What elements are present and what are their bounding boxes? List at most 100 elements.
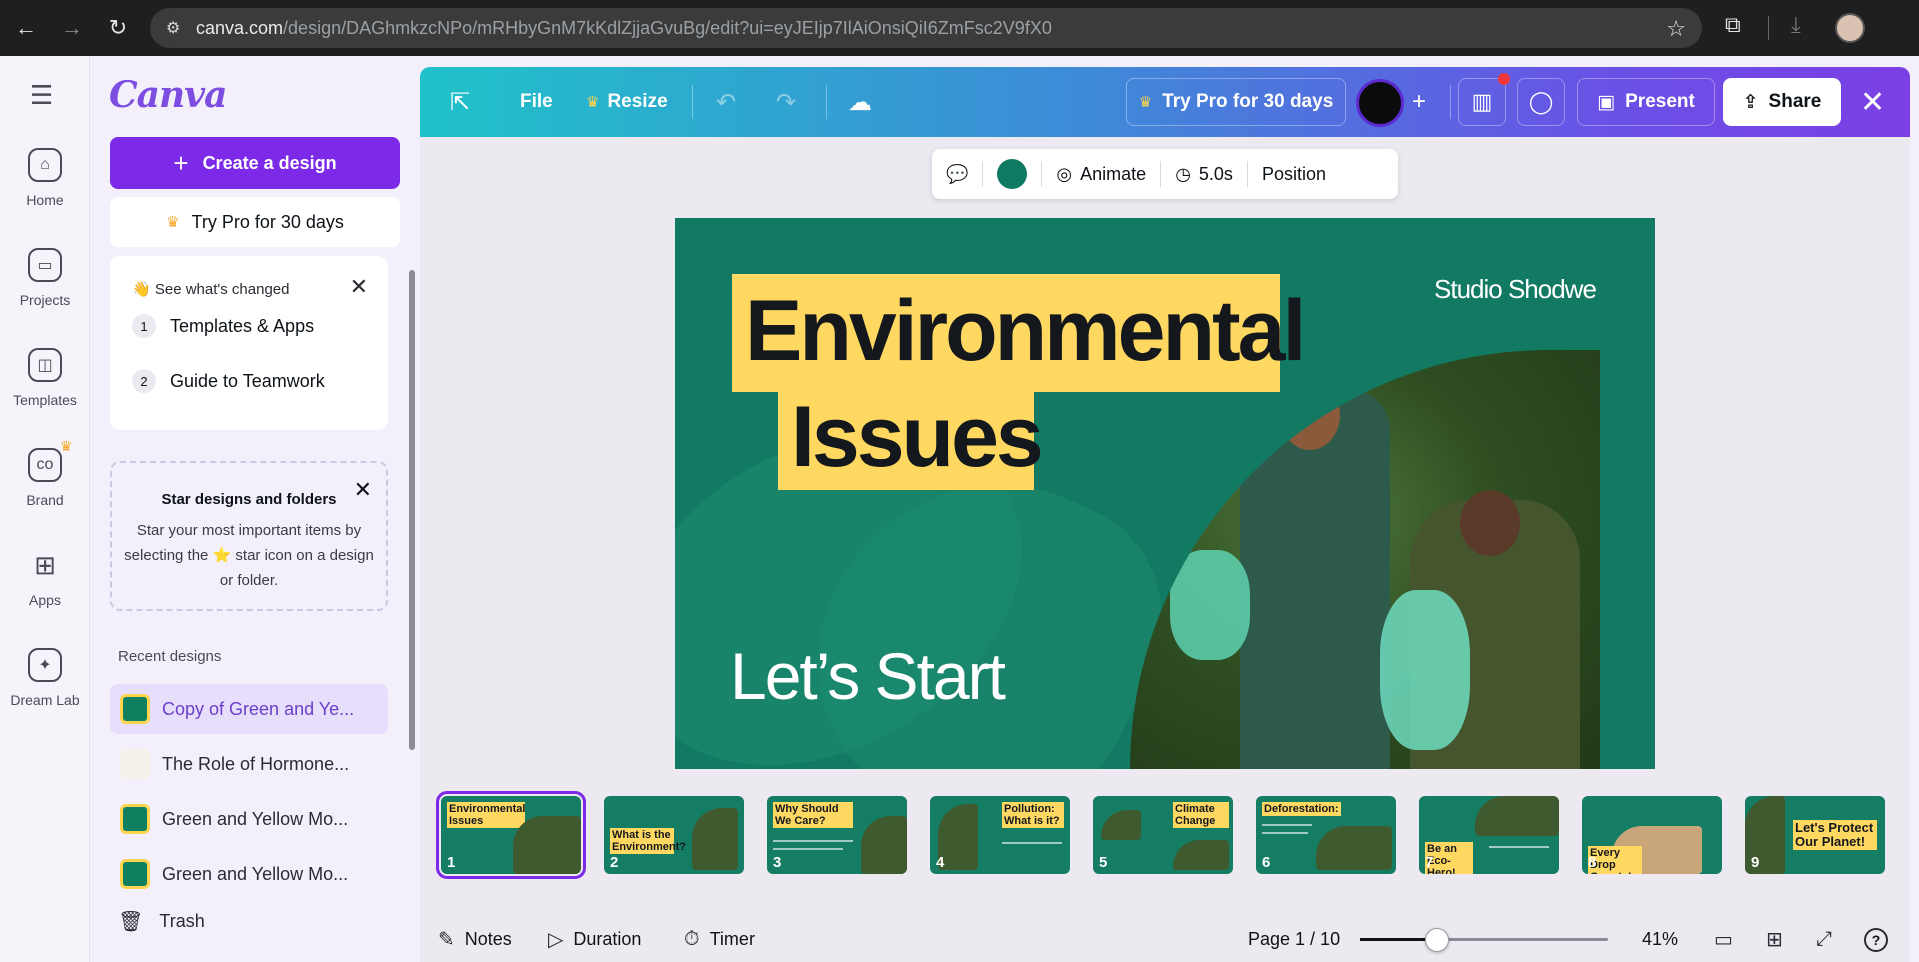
slide-title-line1[interactable]: Environmental — [745, 286, 1306, 376]
recent-design-label: Green and Yellow Mo... — [162, 863, 349, 884]
thumbnail-title: Let's Protect Our Planet! — [1793, 820, 1877, 850]
page-number: 1 — [447, 854, 456, 871]
resize-button[interactable]: ♛ Resize — [586, 67, 668, 137]
animate-label: Animate — [1080, 163, 1147, 184]
comment-add-icon[interactable]: 💬 — [932, 159, 982, 189]
whats-changed-item[interactable]: 2 Guide to Teamwork — [132, 369, 325, 393]
side-panel: Canva + Create a design ♛ Try Pro for 30… — [91, 56, 421, 962]
close-icon[interactable]: ✕ — [354, 477, 372, 503]
try-pro-button[interactable]: ♛ Try Pro for 30 days — [1126, 78, 1346, 126]
page-view-icon[interactable]: ▭ — [1714, 917, 1733, 962]
page-thumbnail[interactable]: Climate Change 5 — [1093, 796, 1233, 874]
page-indicator[interactable]: Page 1 / 10 — [1248, 917, 1340, 962]
dream-lab-icon: ✦ — [28, 648, 62, 682]
site-settings-icon[interactable]: ⚙ — [166, 18, 186, 38]
page-thumbnail[interactable]: Environmental Issues 1 — [436, 791, 586, 879]
volunteers-photo[interactable] — [1130, 350, 1600, 769]
share-icon: ⇪ — [1742, 91, 1759, 113]
thumbnail-title: Deforestation: — [1262, 802, 1341, 816]
reload-icon[interactable]: ↻ — [98, 8, 138, 48]
whats-changed-item[interactable]: 1 Templates & Apps — [132, 314, 314, 338]
page-thumbnail[interactable]: Be an Eco-Hero! 7 — [1419, 796, 1559, 874]
zoom-slider-handle[interactable] — [1424, 928, 1449, 952]
slide-studio-name[interactable]: Studio Shodwe — [1434, 274, 1597, 305]
zoom-percentage[interactable]: 41% — [1642, 917, 1678, 962]
close-icon[interactable]: ✕ — [1860, 67, 1885, 137]
trash-link[interactable]: 🗑 Trash — [118, 909, 205, 934]
page-thumbnail[interactable]: Let's Protect Our Planet! 9 — [1745, 796, 1885, 874]
redo-icon[interactable]: ↷ — [776, 67, 796, 137]
close-icon[interactable]: ✕ — [350, 274, 368, 300]
rail-item-dream-lab[interactable]: ✦ Dream Lab — [0, 648, 90, 708]
apps-icon: ⊞ — [34, 549, 56, 580]
slide-title-line2[interactable]: Issues — [791, 392, 1044, 482]
timer-icon: ⏱ — [684, 928, 700, 950]
page-thumbnail[interactable]: Every Drop Counts! 8 — [1582, 796, 1722, 874]
comment-icon[interactable]: ◯ — [1517, 78, 1565, 126]
editor-area: ⇱ File ♛ Resize ↶ ↷ ☁ ♛ Try Pro for 30 d… — [420, 67, 1910, 962]
timer-button[interactable]: ⏱ Timer — [684, 917, 755, 962]
slide-canvas[interactable]: Environmental Issues Studio Shodwe Let’s… — [675, 218, 1655, 769]
grid-view-icon[interactable]: ⊞ — [1766, 917, 1783, 962]
rail-item-apps[interactable]: ⊞ Apps — [0, 548, 90, 609]
forward-icon[interactable]: → — [52, 8, 92, 48]
profile-color-avatar[interactable] — [1356, 79, 1404, 127]
download-icon[interactable]: ⤓ — [1791, 12, 1801, 38]
create-design-button[interactable]: + Create a design — [110, 137, 400, 189]
canva-logo[interactable]: Canva — [109, 74, 227, 116]
hamburger-menu-icon[interactable]: ☰ — [30, 80, 53, 111]
panel-scrollbar[interactable] — [409, 270, 415, 750]
trash-label: Trash — [159, 911, 205, 931]
fullscreen-icon[interactable]: ⤢ — [1816, 917, 1832, 962]
star-card-title: Star designs and folders — [161, 491, 337, 508]
zoom-slider[interactable] — [1360, 928, 1608, 952]
recent-design-item[interactable]: Copy of Green and Ye... — [110, 684, 388, 734]
design-thumbnail — [120, 859, 150, 889]
address-bar[interactable]: ⚙ canva.com/design/DAGhmkzcNPo/mRHbyGnM7… — [150, 8, 1702, 48]
rail-item-templates[interactable]: ◫ Templates — [0, 348, 90, 408]
rail-item-brand[interactable]: ♛ co Brand — [0, 438, 90, 508]
recent-design-item[interactable]: Green and Yellow Mo... — [110, 794, 388, 844]
rail-item-home[interactable]: ⌂ Home — [0, 148, 90, 208]
page-thumbnail[interactable]: What is the Environment? 2 — [604, 796, 744, 874]
play-box-icon: ▷ — [548, 929, 564, 951]
back-icon[interactable]: ← — [6, 8, 46, 48]
insights-chart-icon[interactable]: ▥ — [1458, 78, 1506, 126]
trash-icon: 🗑 — [118, 911, 144, 933]
page-thumbnail[interactable]: Why Should We Care? 3 — [767, 796, 907, 874]
present-label: Present — [1625, 91, 1695, 112]
position-button[interactable]: Position — [1248, 159, 1340, 189]
file-menu-button[interactable]: File — [520, 67, 553, 137]
try-pro-button[interactable]: ♛ Try Pro for 30 days — [110, 197, 400, 247]
slide-subtitle[interactable]: Let’s Start — [730, 638, 1006, 714]
duration-button[interactable]: ◷ 5.0s — [1161, 159, 1247, 189]
external-link-icon[interactable]: ⇱ — [450, 67, 470, 137]
add-collaborator-icon[interactable]: + — [1412, 67, 1426, 137]
profile-avatar[interactable] — [1835, 13, 1865, 43]
color-swatch-button[interactable] — [983, 159, 1041, 189]
help-icon[interactable]: ? — [1864, 917, 1888, 962]
recent-design-item[interactable]: Green and Yellow Mo... — [110, 849, 388, 899]
recent-designs-title: Recent designs — [118, 648, 222, 665]
cloud-saved-icon[interactable]: ☁ — [848, 67, 872, 137]
whats-changed-label: Guide to Teamwork — [170, 370, 325, 391]
notes-button[interactable]: ✎ Notes — [438, 917, 512, 962]
page-number: 8 — [1588, 854, 1597, 871]
bookmark-star-icon[interactable]: ☆ — [1666, 16, 1686, 42]
templates-icon: ◫ — [28, 348, 62, 382]
folder-icon: ▭ — [28, 248, 62, 282]
notification-dot — [1498, 73, 1510, 85]
undo-icon[interactable]: ↶ — [716, 67, 736, 137]
extensions-icon[interactable]: ⧉ — [1725, 12, 1741, 38]
share-button[interactable]: ⇪ Share — [1723, 78, 1841, 126]
thumbnail-title: Pollution: What is it? — [1002, 802, 1064, 828]
recent-design-item[interactable]: The Role of Hormone... — [110, 739, 388, 789]
page-thumbnail[interactable]: Pollution: What is it? 4 — [930, 796, 1070, 874]
page-number: 9 — [1751, 854, 1760, 871]
present-button[interactable]: ▣ Present — [1577, 78, 1715, 126]
star-designs-card: Star designs and folders ✕ Star your mos… — [110, 461, 388, 611]
duration-button[interactable]: ▷ Duration — [548, 917, 641, 962]
page-thumbnail[interactable]: Deforestation: 6 — [1256, 796, 1396, 874]
rail-item-projects[interactable]: ▭ Projects — [0, 248, 90, 308]
animate-button[interactable]: ◎ Animate — [1042, 159, 1160, 189]
